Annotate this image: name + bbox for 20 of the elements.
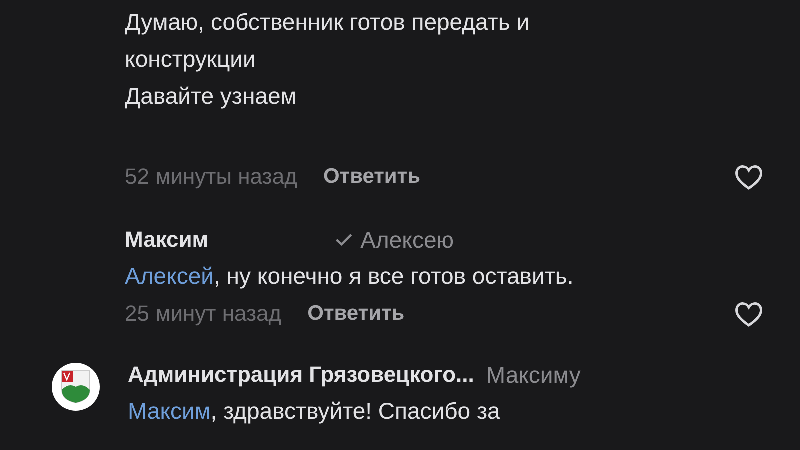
comment-text: Думаю, собственник готов передать и <box>125 8 531 37</box>
author-name[interactable]: Администрация Грязовецкого... <box>128 362 474 388</box>
comment-text: Алексей, ну конечно я все готов оставить. <box>125 262 575 291</box>
heart-icon[interactable] <box>734 300 764 328</box>
mention-link[interactable]: Максим <box>128 398 211 424</box>
reply-button[interactable]: Ответить <box>323 165 420 189</box>
comment-text: Давайте узнаем <box>125 82 298 111</box>
reply-button[interactable]: Ответить <box>308 302 405 326</box>
mention-link[interactable]: Алексей <box>125 263 214 289</box>
comment-text: Максим, здравствуйте! Спасибо за <box>128 397 502 426</box>
coat-of-arms-icon <box>61 370 91 404</box>
heart-icon[interactable] <box>734 164 764 190</box>
author-name[interactable]: Максим <box>125 227 209 253</box>
comment-text: конструкции <box>125 45 257 74</box>
reply-to-name[interactable]: Максиму <box>486 362 581 388</box>
timestamp: 52 минуты назад <box>125 164 298 190</box>
avatar[interactable] <box>52 363 100 411</box>
checkmark-icon <box>334 233 353 247</box>
reply-to-name[interactable]: Алексею <box>360 226 454 254</box>
timestamp: 25 минут назад <box>125 301 282 327</box>
